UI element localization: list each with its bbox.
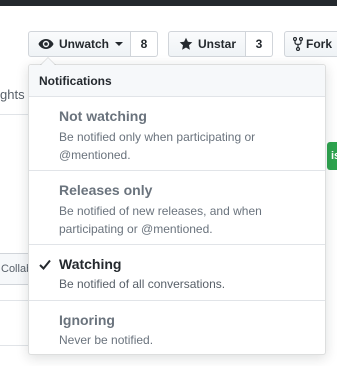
option-description: Never be notified. — [59, 333, 154, 347]
option-title: Ignoring — [59, 312, 115, 328]
caret-down-icon — [115, 42, 124, 46]
repo-forked-icon — [293, 37, 303, 51]
divider — [0, 114, 28, 115]
stargazers-count[interactable]: 3 — [246, 31, 273, 57]
unwatch-label: Unwatch — [59, 37, 110, 51]
site-header-bar — [0, 0, 337, 6]
unstar-button[interactable]: Unstar — [168, 31, 246, 57]
option-releases-only[interactable]: Releases only Be notified of new release… — [29, 171, 325, 245]
repo-nav-fragment: ghts — [0, 87, 25, 102]
option-ignoring[interactable]: Ignoring Never be notified. — [29, 301, 325, 354]
green-button-fragment[interactable]: is — [327, 142, 337, 170]
option-description: Be notified of new releases, and when pa… — [59, 204, 262, 236]
unstar-label: Unstar — [198, 37, 237, 51]
option-not-watching[interactable]: Not watching Be notified only when parti… — [29, 97, 325, 171]
divider — [0, 300, 28, 301]
dropdown-header: Notifications — [29, 65, 325, 97]
option-title: Releases only — [59, 182, 153, 198]
fork-label: Fork — [306, 37, 333, 51]
option-title: Watching — [59, 256, 122, 272]
green-button-label: is — [331, 150, 337, 162]
option-watching[interactable]: Watching Be notified of all conversation… — [29, 245, 325, 301]
notifications-dropdown: Notifications Not watching Be notified o… — [28, 57, 326, 355]
option-description: Be notified only when participating or @… — [59, 130, 256, 162]
check-icon — [39, 257, 51, 275]
watchers-count[interactable]: 8 — [131, 31, 158, 57]
option-title: Not watching — [59, 108, 147, 124]
divider — [0, 345, 28, 346]
option-description: Be notified of all conversations. — [59, 277, 226, 291]
star-icon — [179, 37, 193, 51]
fork-button[interactable]: Fork — [284, 31, 337, 57]
